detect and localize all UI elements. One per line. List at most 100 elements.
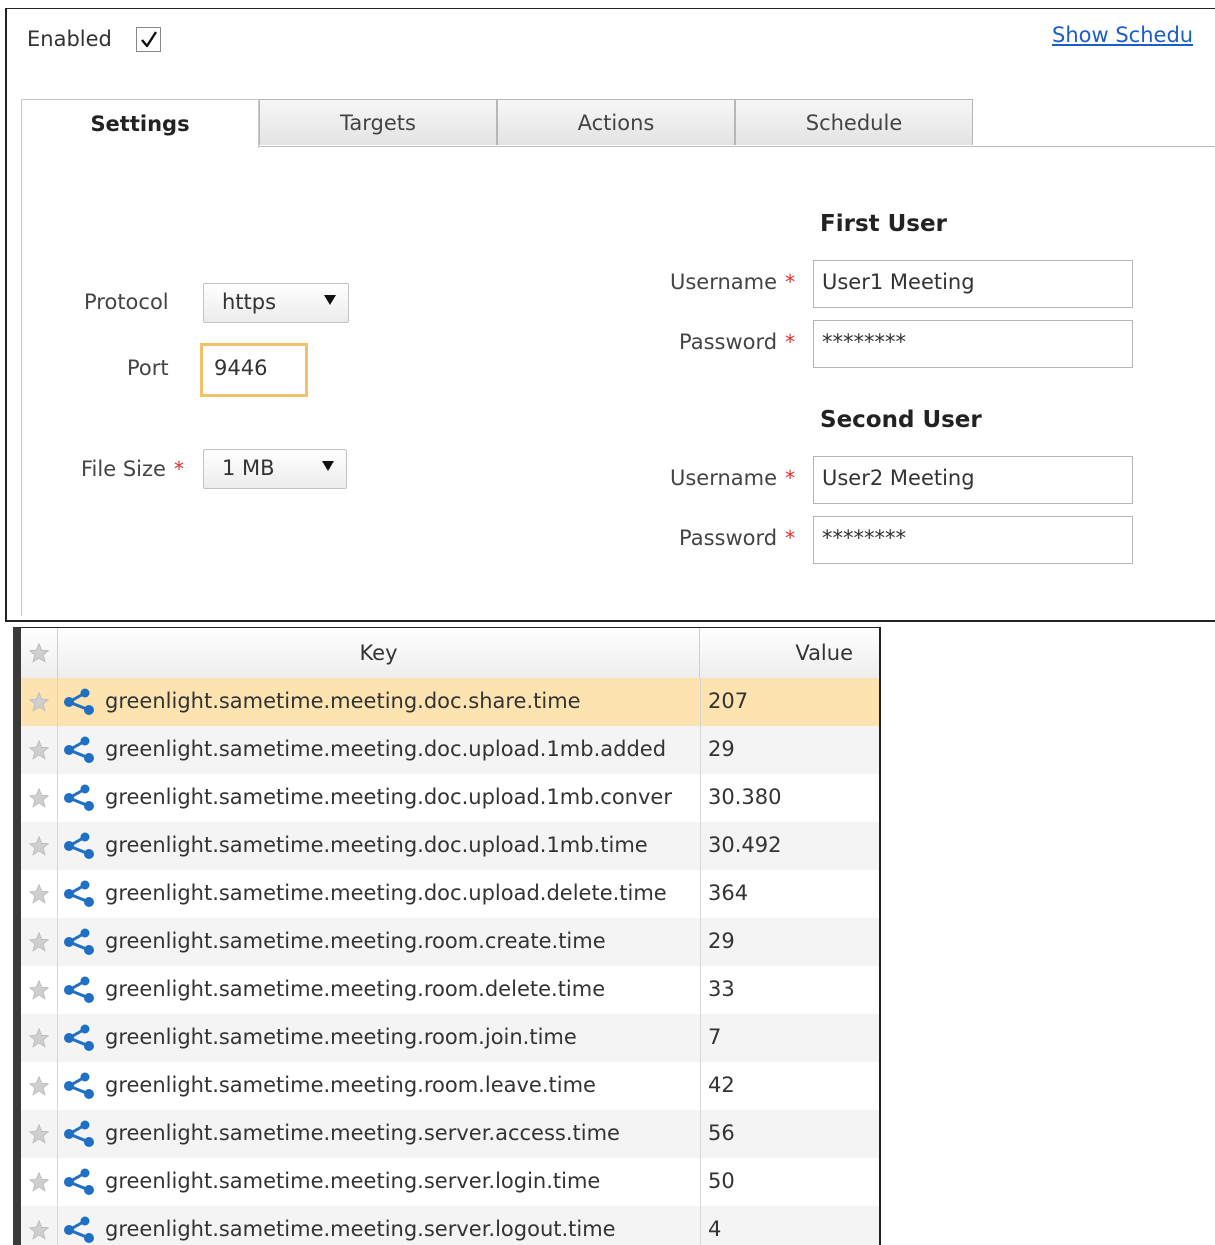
row-value: 364	[700, 870, 879, 918]
file-size-label: File Size *	[81, 457, 184, 481]
row-value: 56	[700, 1110, 879, 1158]
table-row[interactable]: greenlight.sametime.meeting.doc.upload.1…	[21, 822, 879, 870]
second-password-label: Password *	[679, 526, 795, 550]
row-star[interactable]	[21, 1014, 58, 1062]
star-icon	[28, 787, 50, 808]
row-value: 30.380	[700, 774, 879, 822]
file-size-value: 1 MB	[222, 456, 275, 480]
required-marker: *	[785, 526, 796, 550]
share-icon	[64, 1072, 94, 1099]
table-row[interactable]: greenlight.sametime.meeting.room.leave.t…	[21, 1062, 879, 1110]
port-label: Port	[127, 356, 169, 380]
first-user-heading: First User	[820, 211, 947, 237]
row-star[interactable]	[21, 678, 58, 726]
chevron-down-icon	[324, 295, 336, 305]
tab-settings[interactable]: Settings	[21, 99, 259, 148]
row-star[interactable]	[21, 726, 58, 774]
first-username-input[interactable]: User1 Meeting	[813, 260, 1133, 308]
row-star[interactable]	[21, 966, 58, 1014]
table-header: Key Value	[21, 628, 879, 679]
first-password-input[interactable]: ********	[813, 320, 1133, 368]
table-row[interactable]: greenlight.sametime.meeting.doc.upload.1…	[21, 726, 879, 774]
star-icon	[28, 691, 50, 712]
file-size-label-text: File Size	[81, 457, 166, 481]
star-icon	[28, 739, 50, 760]
second-username-input[interactable]: User2 Meeting	[813, 456, 1133, 504]
share-icon	[64, 880, 94, 907]
results-table: Key Value greenlight.sametime.meeting.do…	[13, 627, 881, 1245]
row-value: 7	[700, 1014, 879, 1062]
required-marker: *	[173, 457, 184, 481]
row-star[interactable]	[21, 822, 58, 870]
star-column-header[interactable]	[21, 628, 58, 678]
row-key: greenlight.sametime.meeting.room.join.ti…	[105, 1025, 577, 1049]
first-password-label: Password *	[679, 330, 795, 354]
row-star[interactable]	[21, 870, 58, 918]
row-star[interactable]	[21, 1062, 58, 1110]
table-row[interactable]: greenlight.sametime.meeting.room.delete.…	[21, 966, 879, 1014]
tab-bar: Settings Targets Actions Schedule	[21, 99, 1215, 148]
star-icon	[28, 1219, 50, 1240]
share-icon	[64, 1168, 94, 1195]
tab-targets[interactable]: Targets	[259, 99, 497, 145]
required-marker: *	[785, 466, 796, 490]
share-icon	[64, 1120, 94, 1147]
file-size-select[interactable]: 1 MB	[203, 449, 347, 489]
tab-schedule[interactable]: Schedule	[735, 99, 973, 145]
row-star[interactable]	[21, 1110, 58, 1158]
table-row[interactable]: greenlight.sametime.meeting.room.create.…	[21, 918, 879, 966]
row-key: greenlight.sametime.meeting.server.acces…	[105, 1121, 620, 1145]
first-password-label-text: Password	[679, 330, 778, 354]
table-row[interactable]: greenlight.sametime.meeting.server.acces…	[21, 1110, 879, 1158]
share-icon	[64, 976, 94, 1003]
star-icon	[28, 1171, 50, 1192]
row-star[interactable]	[21, 774, 58, 822]
share-icon	[64, 1216, 94, 1243]
star-icon	[28, 883, 50, 904]
chevron-down-icon	[322, 461, 334, 471]
row-value: 30.492	[700, 822, 879, 870]
value-column-header[interactable]: Value	[700, 628, 879, 678]
row-key: greenlight.sametime.meeting.room.delete.…	[105, 977, 606, 1001]
first-username-label-text: Username	[670, 270, 778, 294]
table-row[interactable]: greenlight.sametime.meeting.room.join.ti…	[21, 1014, 879, 1062]
row-star[interactable]	[21, 918, 58, 966]
row-value: 50	[700, 1158, 879, 1206]
row-key: greenlight.sametime.meeting.doc.upload.1…	[105, 737, 667, 761]
enabled-checkbox[interactable]	[136, 27, 161, 52]
table-row[interactable]: greenlight.sametime.meeting.doc.upload.d…	[21, 870, 879, 918]
star-icon	[28, 1123, 50, 1144]
table-row[interactable]: greenlight.sametime.meeting.doc.share.ti…	[21, 678, 879, 726]
second-username-label-text: Username	[670, 466, 778, 490]
row-value: 4	[700, 1206, 879, 1245]
row-key: greenlight.sametime.meeting.room.create.…	[105, 929, 606, 953]
protocol-value: https	[222, 290, 277, 314]
required-marker: *	[785, 270, 796, 294]
row-key: greenlight.sametime.meeting.room.leave.t…	[105, 1073, 596, 1097]
tab-actions[interactable]: Actions	[497, 99, 735, 145]
share-icon	[64, 832, 94, 859]
protocol-select[interactable]: https	[203, 283, 349, 323]
enabled-label: Enabled	[27, 27, 112, 51]
star-icon	[28, 931, 50, 952]
row-value: 29	[700, 726, 879, 774]
table-row[interactable]: greenlight.sametime.meeting.server.login…	[21, 1158, 879, 1206]
second-password-input[interactable]: ********	[813, 516, 1133, 564]
protocol-label: Protocol	[84, 290, 169, 314]
table-row[interactable]: greenlight.sametime.meeting.server.logou…	[21, 1206, 879, 1245]
star-icon	[28, 642, 50, 663]
show-schedule-link[interactable]: Show Schedu	[1052, 23, 1193, 47]
row-key: greenlight.sametime.meeting.doc.upload.1…	[105, 833, 648, 857]
row-star[interactable]	[21, 1206, 58, 1245]
second-password-label-text: Password	[679, 526, 778, 550]
star-icon	[28, 835, 50, 856]
table-row[interactable]: greenlight.sametime.meeting.doc.upload.1…	[21, 774, 879, 822]
share-icon	[64, 784, 94, 811]
row-key: greenlight.sametime.meeting.doc.upload.1…	[105, 785, 672, 809]
share-icon	[64, 1024, 94, 1051]
key-column-header[interactable]: Key	[58, 628, 700, 678]
port-input[interactable]: 9446	[200, 343, 308, 397]
row-star[interactable]	[21, 1158, 58, 1206]
row-key: greenlight.sametime.meeting.doc.share.ti…	[105, 689, 581, 713]
share-icon	[64, 736, 94, 763]
